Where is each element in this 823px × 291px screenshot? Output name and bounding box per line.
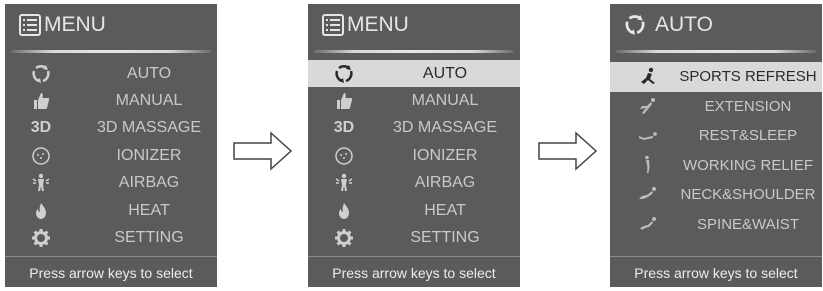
right-arrow-icon xyxy=(233,131,293,171)
menu-item-heat[interactable]: HEAT xyxy=(5,197,217,224)
working-relief-icon xyxy=(637,154,659,176)
auto-item-neck-shoulder[interactable]: NECK&SHOULDER xyxy=(610,180,822,210)
menu-item-label: MANUAL xyxy=(411,92,479,110)
menu-item-label: MANUAL xyxy=(115,92,183,110)
menu-item-label: HEAT xyxy=(424,201,466,219)
thumbs-up-icon xyxy=(333,90,355,112)
footer-divider xyxy=(610,256,822,257)
menu-item-label: IONIZER xyxy=(116,146,182,164)
footer-hint: Press arrow keys to select xyxy=(308,259,520,287)
menu-item-label: 3D MASSAGE xyxy=(96,119,202,137)
auto-cycle-icon xyxy=(624,14,646,36)
menu-item-ionizer[interactable]: IONIZER xyxy=(5,142,217,169)
auto-item-label: SPINE&WAIST xyxy=(697,215,799,233)
menu-item-setting[interactable]: SETTING xyxy=(5,224,217,251)
menu-selected-panel: MENU AUTO MANUAL 3D 3D MASSAGE IONIZER A… xyxy=(308,4,520,287)
header-divider xyxy=(616,50,816,53)
flame-icon xyxy=(333,200,355,222)
menu-header: MENU xyxy=(308,4,520,46)
auto-item-extension[interactable]: EXTENSION xyxy=(610,92,822,122)
menu-list: AUTO MANUAL 3D 3D MASSAGE IONIZER AIRBAG… xyxy=(308,60,520,252)
menu-item-heat[interactable]: HEAT xyxy=(308,197,520,224)
auto-panel: AUTO SPORTS REFRESH EXTENSION REST&SLEEP… xyxy=(610,4,822,287)
header-divider xyxy=(11,50,211,53)
footer-divider xyxy=(5,256,217,257)
auto-item-working-relief[interactable]: WORKING RELIEF xyxy=(610,151,822,181)
menu-item-label: SETTING xyxy=(114,229,184,247)
auto-item-label: NECK&SHOULDER xyxy=(680,186,816,204)
thumbs-up-icon xyxy=(30,90,52,112)
menu-header: MENU xyxy=(5,4,217,46)
3d-icon: 3D xyxy=(333,119,355,137)
auto-item-label: REST&SLEEP xyxy=(698,127,798,145)
menu-item-3d-massage[interactable]: 3D 3D MASSAGE xyxy=(5,115,217,142)
neck-shoulder-icon xyxy=(637,184,659,206)
menu-item-label: AIRBAG xyxy=(118,174,180,192)
menu-item-airbag[interactable]: AIRBAG xyxy=(5,170,217,197)
menu-item-label: AUTO xyxy=(422,64,468,82)
auto-item-label: SPORTS REFRESH xyxy=(679,68,817,86)
ionizer-icon xyxy=(333,145,355,167)
airbag-person-icon xyxy=(333,172,355,194)
sports-refresh-icon xyxy=(637,66,659,88)
gear-icon xyxy=(30,227,52,249)
spine-waist-icon xyxy=(637,213,659,235)
auto-title: AUTO xyxy=(655,13,713,36)
footer-hint: Press arrow keys to select xyxy=(610,259,822,287)
extension-icon xyxy=(637,95,659,117)
gear-icon xyxy=(333,227,355,249)
auto-header: AUTO xyxy=(610,4,822,46)
footer-hint: Press arrow keys to select xyxy=(5,259,217,287)
3d-icon: 3D xyxy=(30,119,52,137)
menu-item-label: SETTING xyxy=(410,229,480,247)
menu-item-ionizer[interactable]: IONIZER xyxy=(308,142,520,169)
menu-item-auto-selected[interactable]: AUTO xyxy=(308,60,520,88)
menu-title: MENU xyxy=(347,13,409,36)
menu-item-label: IONIZER xyxy=(412,146,478,164)
menu-item-label: 3D MASSAGE xyxy=(392,119,498,137)
menu-panel: MENU AUTO MANUAL 3D 3D MASSAGE IONIZER A… xyxy=(5,4,217,287)
menu-item-label: HEAT xyxy=(128,201,170,219)
menu-item-3d-massage[interactable]: 3D 3D MASSAGE xyxy=(308,115,520,142)
menu-item-airbag[interactable]: AIRBAG xyxy=(308,170,520,197)
auto-item-rest-sleep[interactable]: REST&SLEEP xyxy=(610,121,822,151)
auto-item-label: EXTENSION xyxy=(704,97,792,115)
menu-item-label: AIRBAG xyxy=(414,174,476,192)
menu-item-manual[interactable]: MANUAL xyxy=(5,87,217,114)
ionizer-icon xyxy=(30,145,52,167)
menu-list: AUTO MANUAL 3D 3D MASSAGE IONIZER AIRBAG… xyxy=(5,60,217,252)
menu-item-setting[interactable]: SETTING xyxy=(308,224,520,251)
auto-item-sports-refresh[interactable]: SPORTS REFRESH xyxy=(610,62,822,92)
auto-cycle-icon xyxy=(30,63,52,85)
footer-divider xyxy=(308,256,520,257)
auto-item-spine-waist[interactable]: SPINE&WAIST xyxy=(610,210,822,240)
auto-item-label: WORKING RELIEF xyxy=(682,156,813,174)
menu-title: MENU xyxy=(44,13,106,36)
menu-list-icon xyxy=(322,14,344,36)
right-arrow-icon xyxy=(538,131,598,171)
auto-program-list: SPORTS REFRESH EXTENSION REST&SLEEP WORK… xyxy=(610,62,822,239)
auto-cycle-icon xyxy=(333,63,355,85)
menu-list-icon xyxy=(19,14,41,36)
rest-sleep-icon xyxy=(637,125,659,147)
airbag-person-icon xyxy=(30,172,52,194)
menu-item-label: AUTO xyxy=(126,64,172,82)
menu-item-auto[interactable]: AUTO xyxy=(5,60,217,87)
flame-icon xyxy=(30,200,52,222)
menu-item-manual[interactable]: MANUAL xyxy=(308,87,520,114)
header-divider xyxy=(314,50,514,53)
